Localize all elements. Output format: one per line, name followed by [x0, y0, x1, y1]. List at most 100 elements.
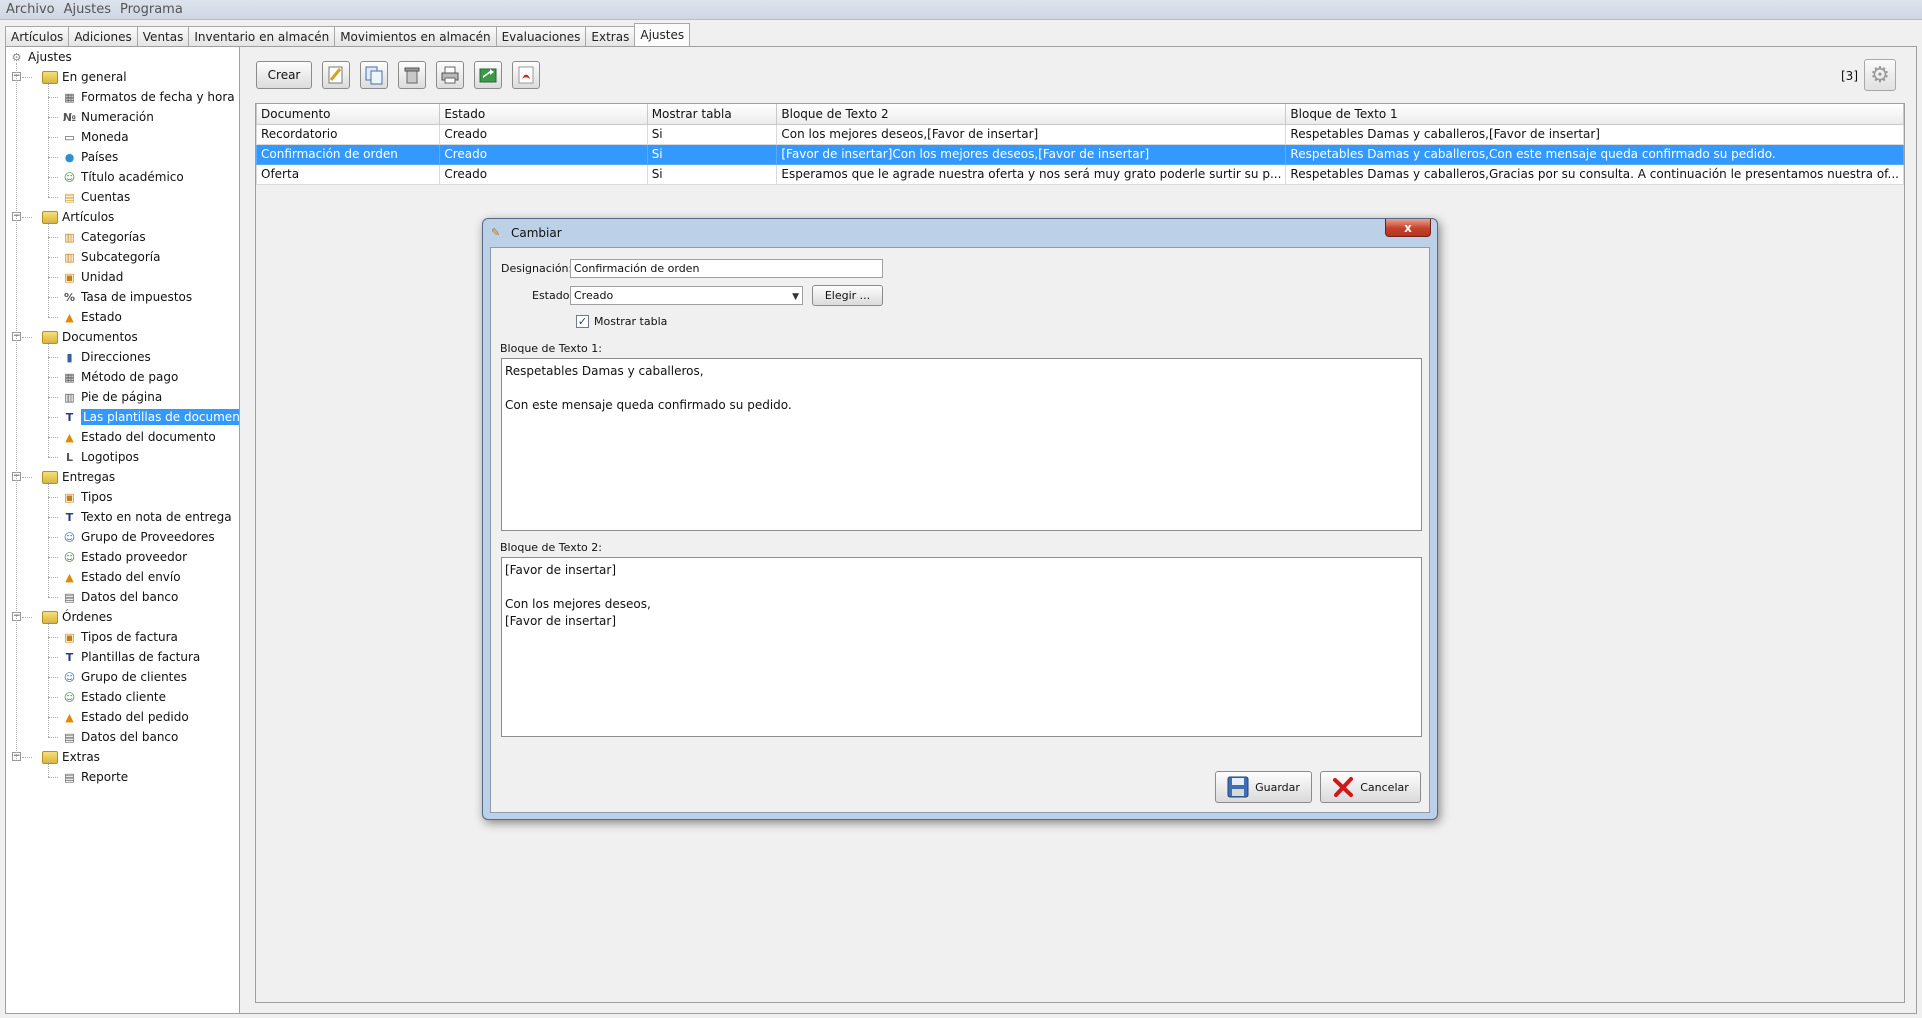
dialog-close-button[interactable]: x — [1385, 219, 1431, 237]
table-row-selected[interactable]: Confirmación de orden Creado Si [Favor d… — [255, 143, 1904, 165]
tab-evaluaciones[interactable]: Evaluaciones — [495, 26, 587, 46]
tree-connector — [22, 757, 32, 758]
tree-item-label: Moneda — [81, 130, 129, 144]
show-table-checkbox[interactable]: ✓ — [576, 315, 589, 328]
tree-item[interactable]: T Texto en nota de entrega — [48, 507, 232, 527]
column-header-mostrar-tabla[interactable]: Mostrar tabla — [646, 104, 778, 125]
tree-item[interactable]: T Las plantillas de documentos — [48, 407, 239, 427]
tree-item[interactable]: ▣ Tipos de factura — [48, 627, 178, 647]
tree-root[interactable]: ⚙ Ajustes — [9, 47, 72, 67]
tree-connector — [22, 77, 32, 78]
tree-item[interactable]: ☺ Grupo de Proveedores — [48, 527, 215, 547]
column-header-documento[interactable]: Documento — [255, 104, 441, 125]
save-button[interactable]: Guardar — [1215, 771, 1312, 803]
column-header-bloque-1[interactable]: Bloque de Texto 1 — [1285, 104, 1904, 125]
tab-movimientos[interactable]: Movimientos en almacén — [334, 26, 497, 46]
tree-connector — [48, 157, 58, 158]
tree-connector — [48, 222, 49, 317]
dialog-titlebar[interactable]: ✎ Cambiar — [483, 219, 1437, 247]
tree-item[interactable]: ▲ Estado del documento — [48, 427, 216, 447]
tree-group-3[interactable]: − Entregas — [12, 467, 115, 487]
tab-articulos[interactable]: Artículos — [5, 26, 70, 46]
block1-textarea[interactable]: Respetables Damas y caballeros, Con este… — [501, 358, 1422, 531]
checkmark-icon: ✓ — [577, 315, 588, 328]
settings-button[interactable]: ⚙ — [1864, 59, 1896, 91]
print-button[interactable] — [436, 61, 464, 89]
tree-group-5[interactable]: − Extras — [12, 747, 100, 767]
delete-button[interactable] — [398, 61, 426, 89]
tree-item[interactable]: ▥ Pie de página — [48, 387, 162, 407]
tree-item[interactable]: ▤ Cuentas — [48, 187, 130, 207]
table-row[interactable]: Oferta Creado Si Esperamos que le agrade… — [255, 163, 1904, 185]
tree-item[interactable]: ☺ Estado proveedor — [48, 547, 187, 567]
menu-archivo[interactable]: Archivo — [6, 2, 55, 17]
tree-group-label: Artículos — [62, 210, 115, 224]
tree-item[interactable]: ● Países — [48, 147, 118, 167]
block1-label: Bloque de Texto 1: — [500, 342, 602, 355]
pdf-button[interactable] — [512, 61, 540, 89]
tree-item[interactable]: ▭ Moneda — [48, 127, 129, 147]
tree-group-2[interactable]: − Documentos — [12, 327, 138, 347]
tree-item[interactable]: № Numeración — [48, 107, 154, 127]
box-icon: ▣ — [64, 630, 75, 644]
tree-item[interactable]: ☺ Estado cliente — [48, 687, 166, 707]
tree-item[interactable]: ▥ Categorías — [48, 227, 146, 247]
payment-icon: ▦ — [64, 370, 75, 384]
tree-connector — [48, 717, 58, 718]
tree-item[interactable]: T Plantillas de factura — [48, 647, 200, 667]
tree-item[interactable]: ▲ Estado del envío — [48, 567, 181, 587]
bank-icon: ▤ — [64, 590, 75, 604]
tree-item[interactable]: ☺ Título académico — [48, 167, 184, 187]
tree-item[interactable]: L Logotipos — [48, 447, 139, 467]
tree-item[interactable]: ▲ Estado del pedido — [48, 707, 189, 727]
status-select[interactable]: Creado ▼ — [570, 286, 803, 305]
table-row[interactable]: Recordatorio Creado Si Con los mejores d… — [255, 123, 1904, 145]
tree-item[interactable]: ▤ Datos del banco — [48, 727, 178, 747]
tree-item[interactable]: ☺ Grupo de clientes — [48, 667, 187, 687]
export-button[interactable] — [474, 61, 502, 89]
tree-connector — [48, 497, 58, 498]
tree-item[interactable]: ▤ Datos del banco — [48, 587, 178, 607]
copy-button[interactable] — [360, 61, 388, 89]
tab-ventas[interactable]: Ventas — [136, 26, 190, 46]
tree-item[interactable]: ▲ Estado — [48, 307, 122, 327]
designation-field[interactable]: Confirmación de orden — [570, 259, 883, 278]
tree-item[interactable]: ▣ Tipos — [48, 487, 113, 507]
tree-item[interactable]: ▮ Direcciones — [48, 347, 151, 367]
tree-item[interactable]: ▦ Formatos de fecha y hora — [48, 87, 235, 107]
table-cell: Oferta — [255, 163, 441, 185]
tree-group-1[interactable]: − Artículos — [12, 207, 115, 227]
column-header-bloque-2[interactable]: Bloque de Texto 2 — [776, 104, 1287, 125]
tab-inventario[interactable]: Inventario en almacén — [188, 26, 336, 46]
delete-icon — [404, 67, 420, 84]
tree-item[interactable]: ▤ Reporte — [48, 767, 128, 787]
block2-textarea[interactable]: [Favor de insertar] Con los mejores dese… — [501, 557, 1422, 737]
tree-connector — [48, 457, 58, 458]
money-icon: ▭ — [64, 130, 75, 144]
designation-label: Designación: — [501, 262, 573, 275]
tab-ajustes[interactable]: Ajustes — [634, 23, 691, 46]
tab-extras[interactable]: Extras — [585, 26, 636, 46]
choose-button[interactable]: Elegir ... — [812, 285, 883, 306]
tree-group-label: Documentos — [62, 330, 138, 344]
logo-icon: L — [65, 450, 73, 464]
cancel-button[interactable]: Cancelar — [1320, 771, 1421, 803]
menu-programa[interactable]: Programa — [120, 2, 183, 17]
column-header-estado[interactable]: Estado — [439, 104, 648, 125]
person-icon: ☺ — [63, 170, 76, 184]
tree-item[interactable]: ▦ Método de pago — [48, 367, 178, 387]
tree-item-label: Tasa de impuestos — [81, 290, 193, 304]
tree-item[interactable]: % Tasa de impuestos — [48, 287, 193, 307]
warning-icon: ▲ — [65, 430, 74, 444]
edit-button[interactable] — [322, 61, 350, 89]
tab-adiciones[interactable]: Adiciones — [68, 26, 138, 46]
tree-item-label: Numeración — [81, 110, 154, 124]
menu-ajustes[interactable]: Ajustes — [64, 2, 111, 17]
tree-item[interactable]: ▥ Subcategoría — [48, 247, 160, 267]
create-button[interactable]: Crear — [256, 61, 312, 89]
table-cell: Respetables Damas y caballeros,Con este … — [1285, 143, 1904, 165]
edit-icon — [328, 66, 343, 84]
tree-item[interactable]: ▣ Unidad — [48, 267, 123, 287]
tree-group-4[interactable]: − Órdenes — [12, 607, 112, 627]
tree-group-0[interactable]: − En general — [12, 67, 127, 87]
